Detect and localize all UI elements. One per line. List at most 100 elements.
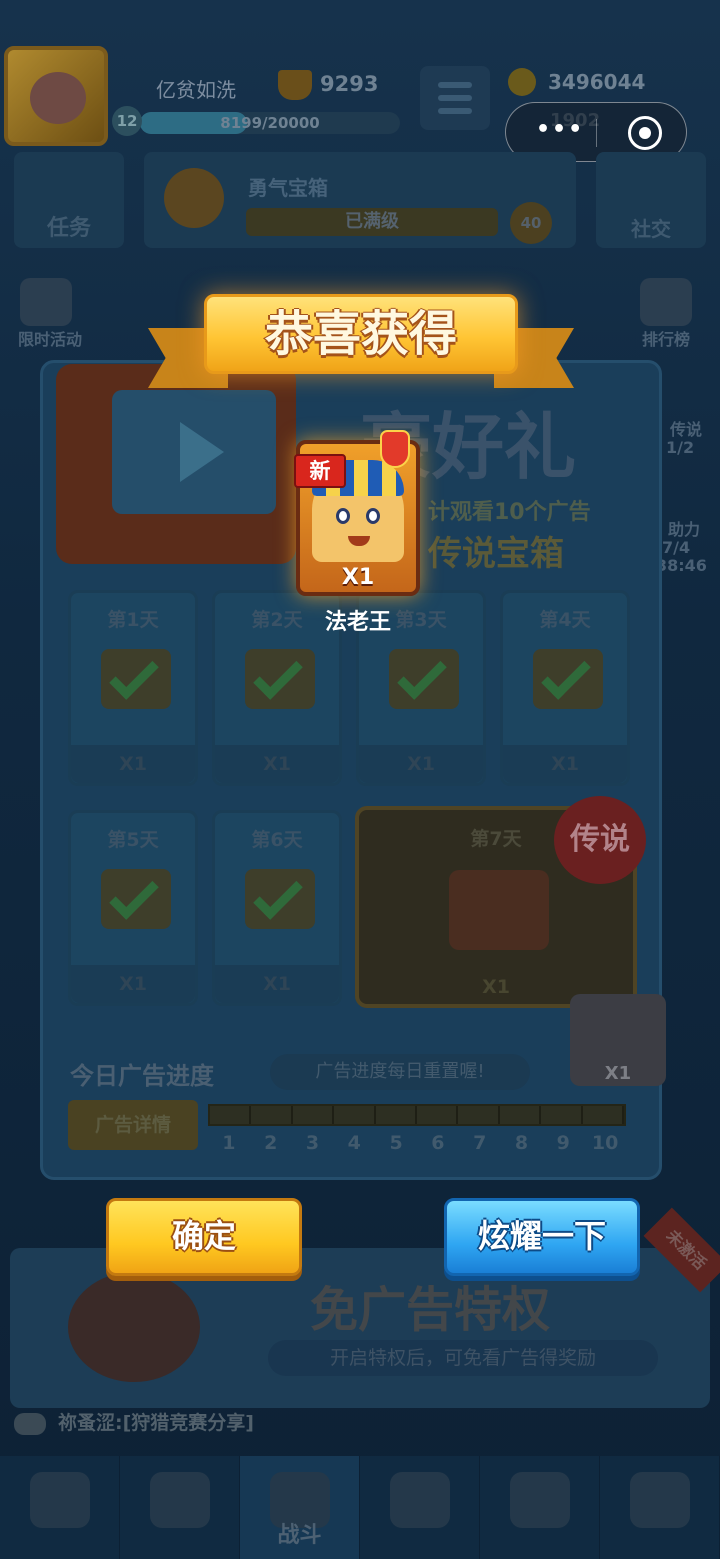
progress-segment bbox=[417, 1106, 459, 1124]
no-ads-icon bbox=[68, 1272, 200, 1382]
chat-message: 祢蚤涩:[狩猎竞赛分享] bbox=[58, 1412, 254, 1434]
hero-eye-left bbox=[336, 508, 350, 524]
medal-icon bbox=[164, 168, 224, 228]
shop-icon bbox=[29, 1472, 90, 1528]
progress-segment bbox=[334, 1106, 376, 1124]
day-card-5[interactable]: 第5天 X1 bbox=[68, 810, 198, 1006]
limited-event-label: 限时活动 bbox=[18, 330, 83, 349]
progress-segment bbox=[458, 1106, 500, 1124]
new-tag: 新 bbox=[294, 454, 346, 488]
progress-segment bbox=[583, 1106, 625, 1124]
menu-bar bbox=[438, 108, 472, 114]
task-button[interactable]: 任务 bbox=[14, 152, 124, 248]
day-label: 第4天 bbox=[539, 609, 591, 631]
show-off-button[interactable]: 炫耀一下 bbox=[444, 1198, 640, 1276]
progress-segment bbox=[293, 1106, 335, 1124]
help-label: 助力 bbox=[668, 520, 701, 539]
nav-explore[interactable] bbox=[600, 1456, 720, 1559]
nav-events[interactable] bbox=[480, 1456, 600, 1559]
trophy-count: 9293 bbox=[320, 72, 379, 96]
day-card-6[interactable]: 第6天 X1 bbox=[212, 810, 342, 1006]
day-reward: X1 bbox=[359, 745, 483, 783]
reward-banner: 恭喜获得 bbox=[148, 290, 574, 396]
rank-label: 排行榜 bbox=[642, 330, 691, 349]
confirm-button[interactable]: 确定 bbox=[106, 1198, 302, 1276]
xp-text: 8199/20000 bbox=[220, 114, 320, 132]
progress-segment bbox=[376, 1106, 418, 1124]
chat-ticker[interactable]: 祢蚤涩:[狩猎竞赛分享] bbox=[14, 1408, 254, 1435]
day-card-4[interactable]: 第4天 X1 bbox=[500, 590, 630, 786]
player-name: 亿贫如洗 bbox=[156, 78, 236, 102]
limited-event-icon[interactable] bbox=[20, 278, 72, 326]
timer: 38:46 bbox=[656, 556, 707, 575]
menu-bar bbox=[438, 95, 472, 101]
reward-hero-card[interactable]: 新 X1 bbox=[294, 430, 420, 596]
day-card-1[interactable]: 第1天 X1 bbox=[68, 590, 198, 786]
chat-bubble-icon bbox=[14, 1412, 46, 1435]
legend-progress-label: 传说 bbox=[670, 420, 703, 439]
courage-chest-card[interactable]: 勇气宝箱 已满级 40 bbox=[144, 152, 576, 248]
coin-count: 3496044 bbox=[548, 70, 646, 94]
chest-progress-bar: 已满级 bbox=[246, 208, 498, 236]
privilege-description: 开启特权后，可免看广告得奖励 bbox=[268, 1340, 658, 1376]
nav-battle[interactable]: 战斗 bbox=[240, 1456, 360, 1559]
nav-clan[interactable] bbox=[360, 1456, 480, 1559]
day-reward: X1 bbox=[71, 745, 195, 783]
progress-number: 3 bbox=[305, 1132, 320, 1154]
day-reward: X1 bbox=[71, 965, 195, 1003]
banner-icon bbox=[509, 1472, 570, 1528]
legend-progress-count: 1/2 bbox=[666, 438, 695, 457]
progress-segment bbox=[541, 1106, 583, 1124]
progress-number: 1 bbox=[222, 1132, 236, 1154]
bottom-nav: 战斗 bbox=[0, 1456, 720, 1559]
progress-number: 7 bbox=[473, 1132, 487, 1154]
ad-progress-bar bbox=[208, 1104, 626, 1126]
xp-bar: 8199/20000 bbox=[140, 112, 400, 134]
close-miniprogram-icon[interactable] bbox=[628, 116, 662, 150]
reward-title: 恭喜获得 bbox=[264, 306, 457, 362]
ad-detail-button[interactable]: 广告详情 bbox=[68, 1100, 198, 1150]
progress-number: 6 bbox=[431, 1132, 445, 1154]
ad-progress-numbers: 1 2 3 4 5 6 7 8 9 10 bbox=[208, 1132, 626, 1154]
event-reward-title: 传说宝箱 bbox=[428, 534, 564, 574]
player-avatar[interactable] bbox=[4, 46, 108, 146]
nav-shop[interactable] bbox=[0, 1456, 120, 1559]
menu-bar bbox=[438, 82, 472, 88]
legend-chest-icon bbox=[449, 870, 549, 950]
side-chest-reward[interactable]: X1 bbox=[570, 994, 666, 1086]
progress-number: 8 bbox=[514, 1132, 529, 1154]
progress-number: 5 bbox=[389, 1132, 403, 1154]
reward-name: 法老王 bbox=[324, 610, 391, 635]
progress-number: 10 bbox=[591, 1132, 619, 1154]
hero-eye-right bbox=[366, 508, 380, 524]
progress-segment bbox=[210, 1106, 252, 1124]
menu-button[interactable] bbox=[420, 66, 490, 130]
ad-progress-title: 今日广告进度 bbox=[70, 1062, 214, 1090]
courage-chest-title: 勇气宝箱 bbox=[248, 176, 328, 200]
rank-icon[interactable] bbox=[640, 278, 692, 326]
day-reward: X1 bbox=[215, 965, 339, 1003]
play-icon bbox=[180, 422, 224, 482]
nav-battle-label: 战斗 bbox=[277, 1523, 322, 1548]
cobra-crown-icon bbox=[380, 430, 410, 468]
nav-heroes[interactable] bbox=[120, 1456, 240, 1559]
day-label: 第5天 bbox=[107, 829, 159, 851]
social-button[interactable]: 社交 bbox=[596, 152, 706, 248]
trophy-icon bbox=[278, 70, 312, 100]
compass-icon bbox=[629, 1472, 690, 1528]
ad-progress-note: 广告进度每日重置喔! bbox=[270, 1054, 530, 1090]
side-chest-count: X1 bbox=[604, 1063, 632, 1084]
progress-number: 9 bbox=[556, 1132, 570, 1154]
day-label: 第6天 bbox=[251, 829, 303, 851]
progress-segment bbox=[251, 1106, 293, 1124]
progress-number: 2 bbox=[264, 1132, 278, 1154]
avatar-face bbox=[30, 72, 86, 124]
task-label: 任务 bbox=[46, 216, 91, 241]
event-subtitle: 计观看10个广告 bbox=[428, 500, 591, 525]
day-reward: X1 bbox=[503, 745, 627, 783]
shield-icon bbox=[389, 1472, 450, 1528]
coin-icon bbox=[508, 68, 536, 96]
social-label: 社交 bbox=[631, 217, 671, 241]
day-reward: X1 bbox=[215, 745, 339, 783]
more-options-icon[interactable]: ••• bbox=[536, 119, 584, 141]
